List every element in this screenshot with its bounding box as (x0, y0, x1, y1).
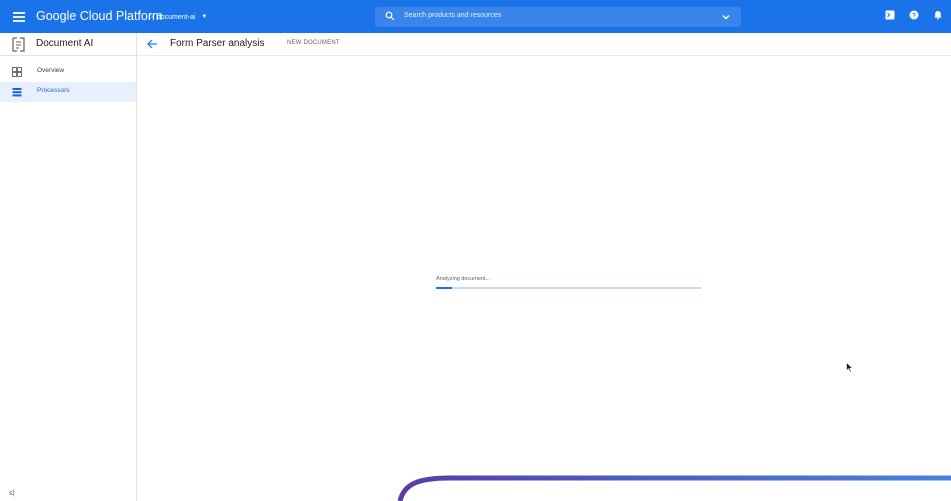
search-input[interactable]: Search products and resources (404, 12, 501, 19)
sidebar: Document AI Overview Processors ≤| (0, 33, 137, 501)
progress-bar (436, 287, 701, 289)
back-arrow-icon[interactable] (146, 38, 158, 50)
sidebar-item-label: Overview (37, 67, 65, 74)
terminal-icon[interactable] (885, 10, 895, 20)
collapse-sidebar-icon[interactable]: ≤| (9, 490, 15, 497)
product-title: Document AI (36, 38, 94, 49)
project-icon: ⁘ (148, 14, 154, 21)
chevron-down-icon: ▼ (201, 14, 208, 20)
overview-icon (12, 67, 22, 77)
document-ai-icon (12, 37, 25, 52)
sidebar-item-label: Processors (37, 87, 70, 94)
svg-text:?: ? (912, 12, 916, 19)
top-app-bar: Google Cloud Platform ⁘ document-ai ▼ Se… (0, 0, 951, 33)
new-document-button[interactable]: NEW DOCUMENT (287, 40, 340, 46)
sidebar-header: Document AI (0, 33, 136, 56)
expand-search-icon[interactable] (721, 12, 731, 22)
project-name: document-ai (156, 13, 196, 21)
menu-icon[interactable] (13, 12, 25, 22)
page-header: Form Parser analysis NEW DOCUMENT (137, 33, 951, 56)
processors-icon (12, 88, 22, 97)
search-icon (385, 11, 395, 21)
page-title: Form Parser analysis (170, 38, 265, 49)
platform-title[interactable]: Google Cloud Platform (36, 9, 162, 23)
sidebar-item-processors[interactable]: Processors (0, 82, 136, 102)
search-bar[interactable]: Search products and resources (375, 7, 741, 27)
status-text: Analyzing document... (436, 276, 491, 282)
sidebar-item-overview[interactable]: Overview (0, 62, 136, 82)
project-selector[interactable]: ⁘ document-ai ▼ (148, 9, 207, 25)
decorative-arc (397, 475, 951, 501)
progress-fill (436, 287, 452, 289)
help-icon[interactable]: ? (909, 10, 919, 20)
notifications-icon[interactable] (933, 10, 943, 20)
mouse-cursor-icon (846, 362, 854, 373)
